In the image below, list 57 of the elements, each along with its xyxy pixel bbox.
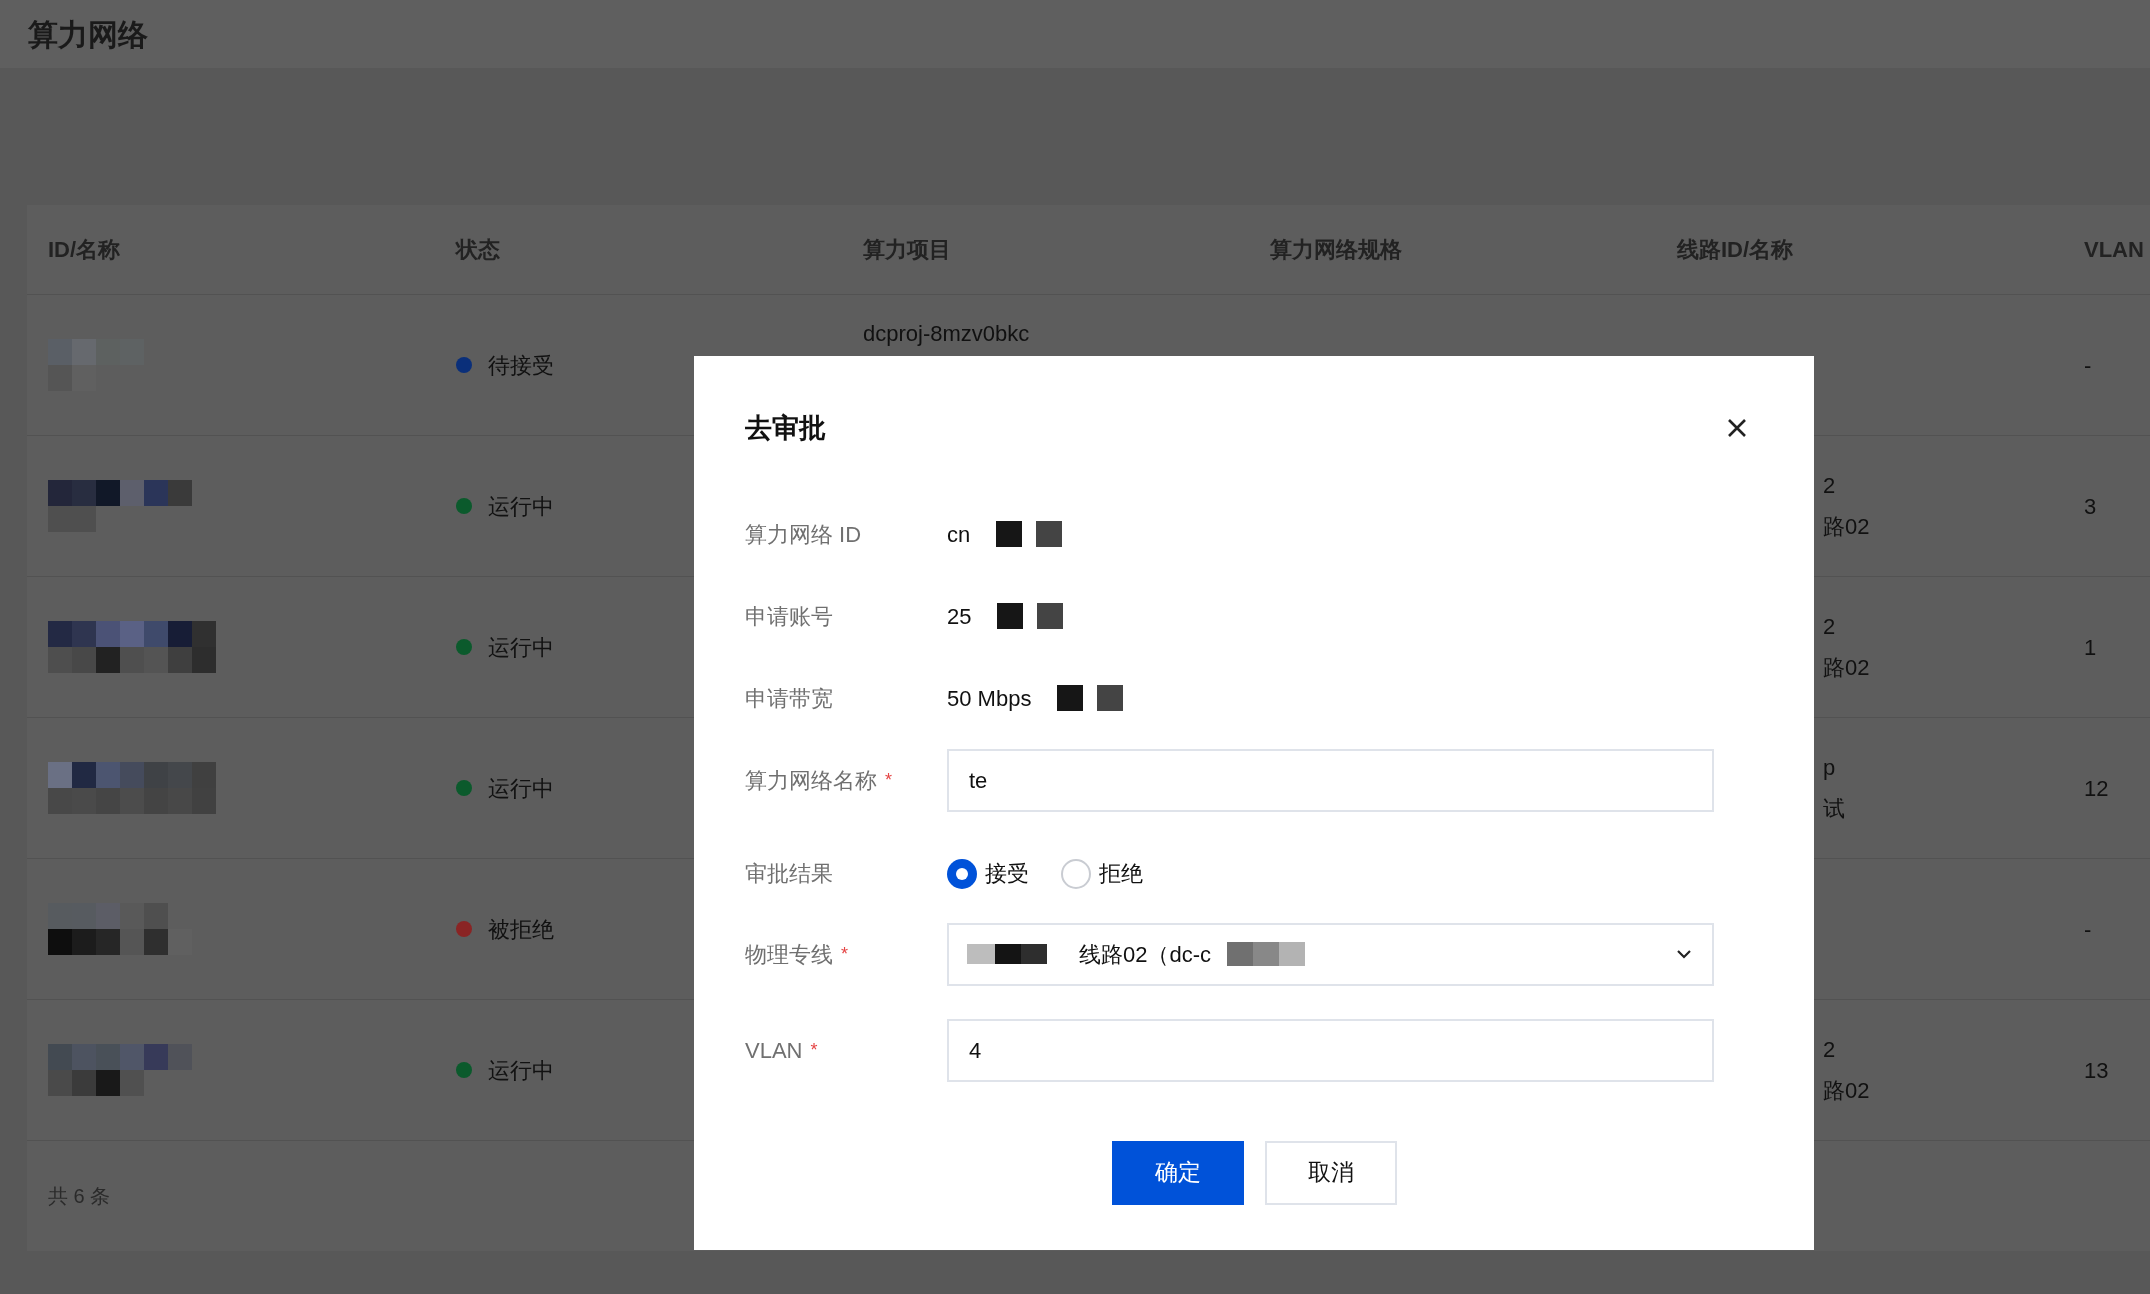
field-value: 25: [947, 603, 972, 631]
required-asterisk: *: [841, 945, 848, 963]
table-cell-text: 路02: [1823, 654, 1870, 682]
field-label: 算力网络 ID: [745, 521, 862, 549]
table-cell-text: 路02: [1823, 1077, 1870, 1105]
table-cell-text: 2: [1823, 1036, 1836, 1064]
radio-option[interactable]: 接受: [947, 857, 1029, 890]
required-asterisk: *: [885, 771, 892, 789]
table-cell: 1: [2084, 634, 2097, 660]
select-value: 线路02（dc-c: [1079, 940, 1212, 969]
field-label: VLAN: [745, 1036, 803, 1065]
dropdown-select[interactable]: 线路02（dc-c: [947, 922, 1714, 986]
table-cell: -: [2084, 352, 2092, 378]
table-cell: 13: [2084, 1057, 2109, 1083]
status-text: 待接受: [488, 351, 554, 380]
status-text: 运行中: [488, 1056, 554, 1085]
text-input-field[interactable]: 4: [947, 1018, 1714, 1082]
table-cell-text: 2: [1823, 613, 1836, 641]
field-label: 物理专线: [745, 940, 833, 969]
redacted-mosaic-icon: [48, 480, 192, 532]
redacted-mosaic-icon: [48, 621, 216, 673]
column-header: 状态: [456, 237, 500, 262]
table-cell-text: 2: [1823, 472, 1836, 500]
redacted-block-icon: [967, 944, 1047, 964]
field-value: cn: [947, 521, 971, 549]
column-header: 线路ID/名称: [1677, 237, 1794, 262]
table-cell: 12: [2084, 775, 2109, 801]
column-header: VLAN: [2084, 237, 2144, 262]
column-header: 算力项目: [863, 237, 951, 262]
redacted-mosaic-icon: [48, 1044, 192, 1096]
dialog-title: 去审批: [745, 412, 826, 445]
redacted-mosaic-icon: [48, 339, 144, 391]
table-cell-text: 路02: [1823, 513, 1870, 541]
table-cell-text: 试: [1823, 795, 1845, 823]
field-label: 申请带宽: [745, 685, 833, 713]
page-title: 算力网络: [28, 16, 148, 53]
text-input-field[interactable]: te: [947, 748, 1714, 812]
confirm-button[interactable]: 确定: [1111, 1140, 1244, 1205]
redacted-mosaic-icon: [48, 762, 216, 814]
radio-option[interactable]: 拒绝: [1061, 857, 1143, 890]
cancel-button[interactable]: 取消: [1264, 1140, 1397, 1205]
table-cell: dcproj-8mzv0bkc: [863, 321, 1030, 346]
table-cell: -: [2084, 916, 2092, 942]
field-label: 算力网络名称: [745, 766, 877, 795]
status-text: 运行中: [488, 492, 554, 521]
column-header: ID/名称: [48, 237, 121, 262]
required-asterisk: *: [810, 1041, 818, 1059]
field-label: 审批结果: [745, 860, 833, 888]
status-text: 运行中: [488, 774, 554, 803]
table-cell-text: p: [1823, 754, 1836, 782]
status-text: 运行中: [488, 633, 554, 662]
status-text: 被拒绝: [488, 915, 554, 944]
redacted-block-icon: [1227, 942, 1306, 966]
table-cell: 3: [2084, 493, 2097, 519]
field-value: 50 Mbps: [947, 685, 1032, 713]
column-header: 算力网络规格: [1270, 237, 1402, 262]
field-label: 申请账号: [745, 603, 833, 631]
